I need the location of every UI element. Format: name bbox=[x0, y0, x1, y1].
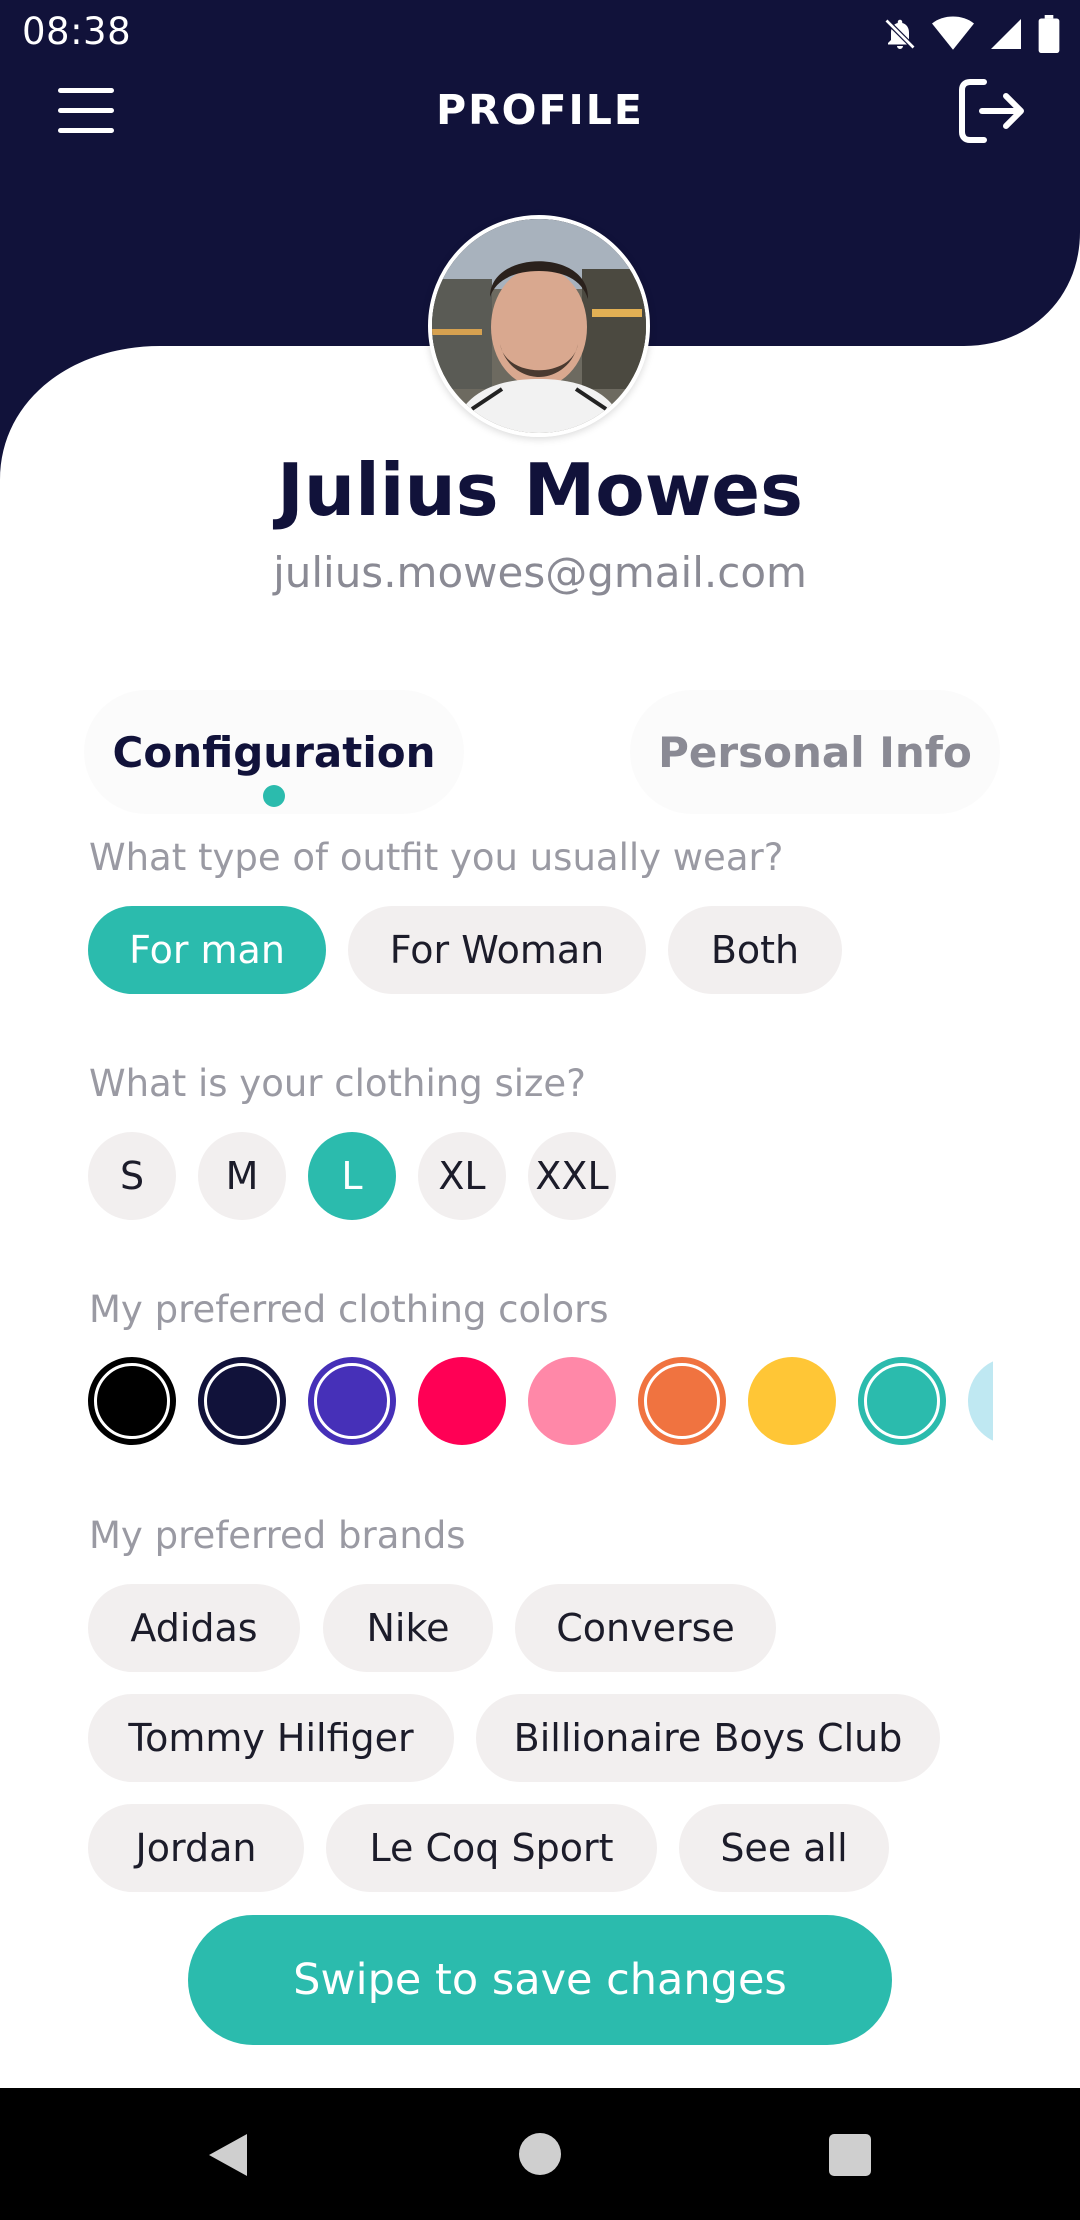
color-swatch-crimson[interactable] bbox=[418, 1357, 506, 1445]
color-swatch-navy[interactable] bbox=[198, 1357, 286, 1445]
color-swatch-indigo[interactable] bbox=[308, 1357, 396, 1445]
user-name: Julius Mowes bbox=[277, 448, 803, 532]
brand-chip-billionaire-boys-club[interactable]: Billionaire Boys Club bbox=[476, 1694, 940, 1782]
status-time: 08:38 bbox=[22, 10, 132, 53]
avatar[interactable] bbox=[428, 215, 650, 437]
see-all-brands-button[interactable]: See all bbox=[679, 1804, 889, 1892]
battery-icon bbox=[1038, 15, 1060, 53]
logout-icon bbox=[959, 79, 1024, 143]
color-swatch-light-blue[interactable] bbox=[968, 1357, 993, 1445]
size-option-s[interactable]: S bbox=[88, 1132, 176, 1220]
color-swatch-orange[interactable] bbox=[638, 1357, 726, 1445]
color-swatch-yellow[interactable] bbox=[748, 1357, 836, 1445]
size-option-m[interactable]: M bbox=[198, 1132, 286, 1220]
size-option-xl[interactable]: XL bbox=[418, 1132, 506, 1220]
wifi-icon bbox=[932, 16, 974, 50]
profile-photo bbox=[432, 219, 646, 433]
color-swatch-list[interactable] bbox=[88, 1356, 993, 1446]
status-bar: 08:38 bbox=[0, 0, 1080, 68]
signal-icon bbox=[991, 19, 1021, 49]
notifications-off-icon bbox=[884, 18, 916, 50]
page-title: PROFILE bbox=[436, 86, 644, 134]
outfit-question: What type of outfit you usually wear? bbox=[89, 836, 784, 879]
recents-icon[interactable] bbox=[829, 2134, 871, 2176]
outfit-option-both[interactable]: Both bbox=[668, 906, 842, 994]
brand-chip-adidas[interactable]: Adidas bbox=[88, 1584, 300, 1672]
swipe-to-save-button[interactable]: Swipe to save changes bbox=[188, 1915, 892, 2045]
brand-chip-jordan[interactable]: Jordan bbox=[88, 1804, 304, 1892]
outfit-option-for-woman[interactable]: For Woman bbox=[348, 906, 646, 994]
brand-chip-converse[interactable]: Converse bbox=[515, 1584, 776, 1672]
brand-chip-tommy-hilfiger[interactable]: Tommy Hilfiger bbox=[88, 1694, 454, 1782]
size-question: What is your clothing size? bbox=[89, 1062, 586, 1105]
size-option-l[interactable]: L bbox=[308, 1132, 396, 1220]
brand-chip-nike[interactable]: Nike bbox=[323, 1584, 493, 1672]
status-icons bbox=[882, 12, 1060, 56]
user-email: julius.mowes@gmail.com bbox=[273, 548, 807, 597]
tab-personal-info[interactable]: Personal Info bbox=[630, 690, 1000, 814]
brands-question: My preferred brands bbox=[89, 1514, 466, 1557]
home-icon[interactable] bbox=[519, 2133, 561, 2175]
color-swatch-teal[interactable] bbox=[858, 1357, 946, 1445]
color-swatch-pink[interactable] bbox=[528, 1357, 616, 1445]
colors-question: My preferred clothing colors bbox=[89, 1288, 609, 1331]
brand-chip-le-coq-sport[interactable]: Le Coq Sport bbox=[326, 1804, 657, 1892]
back-icon[interactable] bbox=[203, 2130, 253, 2180]
logout-button[interactable] bbox=[956, 76, 1030, 146]
system-navigation-bar bbox=[0, 2088, 1080, 2220]
color-swatch-black[interactable] bbox=[88, 1357, 176, 1445]
size-option-xxl[interactable]: XXL bbox=[528, 1132, 616, 1220]
outfit-option-for-man[interactable]: For man bbox=[88, 906, 326, 994]
active-tab-indicator bbox=[263, 785, 285, 807]
profile-screen: 08:38 PROFILE Julius Mowes julius.mowes@… bbox=[0, 0, 1080, 2220]
